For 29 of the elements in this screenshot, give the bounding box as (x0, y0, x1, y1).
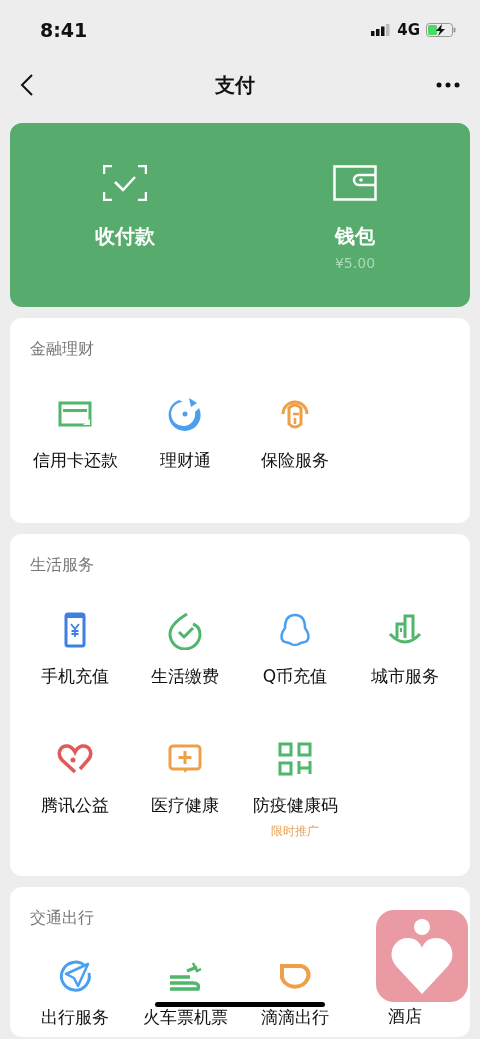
signal-icon (371, 24, 392, 36)
service-link[interactable]: 理财通 (159, 448, 211, 474)
service-link[interactable]: 信用卡还款 (32, 448, 118, 474)
status-time: 8:41 (40, 17, 88, 43)
back-icon[interactable] (20, 74, 34, 96)
service-link[interactable]: 火车票机票 (142, 1005, 228, 1031)
service-link[interactable]: 城市服务 (371, 664, 439, 690)
wallet-balance: ¥5.00 (334, 254, 376, 273)
section-title: 交通出行 (29, 907, 95, 929)
page-title: 支付 (215, 72, 255, 99)
section-title: 金融理财 (29, 338, 95, 360)
service-link[interactable]: 手机充值 (41, 664, 109, 690)
service-link[interactable]: 保险服务 (261, 448, 329, 474)
service-link[interactable]: 防疫健康码 (252, 793, 338, 819)
section-title: 生活服务 (29, 554, 95, 576)
service-link[interactable]: 生活缴费 (151, 664, 219, 690)
service-link[interactable]: 医疗健康 (151, 793, 219, 819)
scan-check-icon (103, 165, 147, 201)
more-icon[interactable] (436, 82, 460, 88)
network-label: 4G (397, 19, 420, 41)
heart-person-icon (390, 918, 454, 994)
service-link[interactable]: 出行服务 (41, 1005, 109, 1031)
wallet-icon (333, 165, 377, 201)
promo-tag: 限时推广 (271, 821, 319, 840)
service-link[interactable]: Q币充值 (262, 664, 328, 690)
service-link[interactable]: 腾讯公益 (41, 793, 109, 819)
service-link[interactable]: 滴滴出行 (261, 1005, 329, 1031)
service-link[interactable]: 酒店 (388, 1003, 422, 1029)
battery-icon (426, 23, 456, 37)
